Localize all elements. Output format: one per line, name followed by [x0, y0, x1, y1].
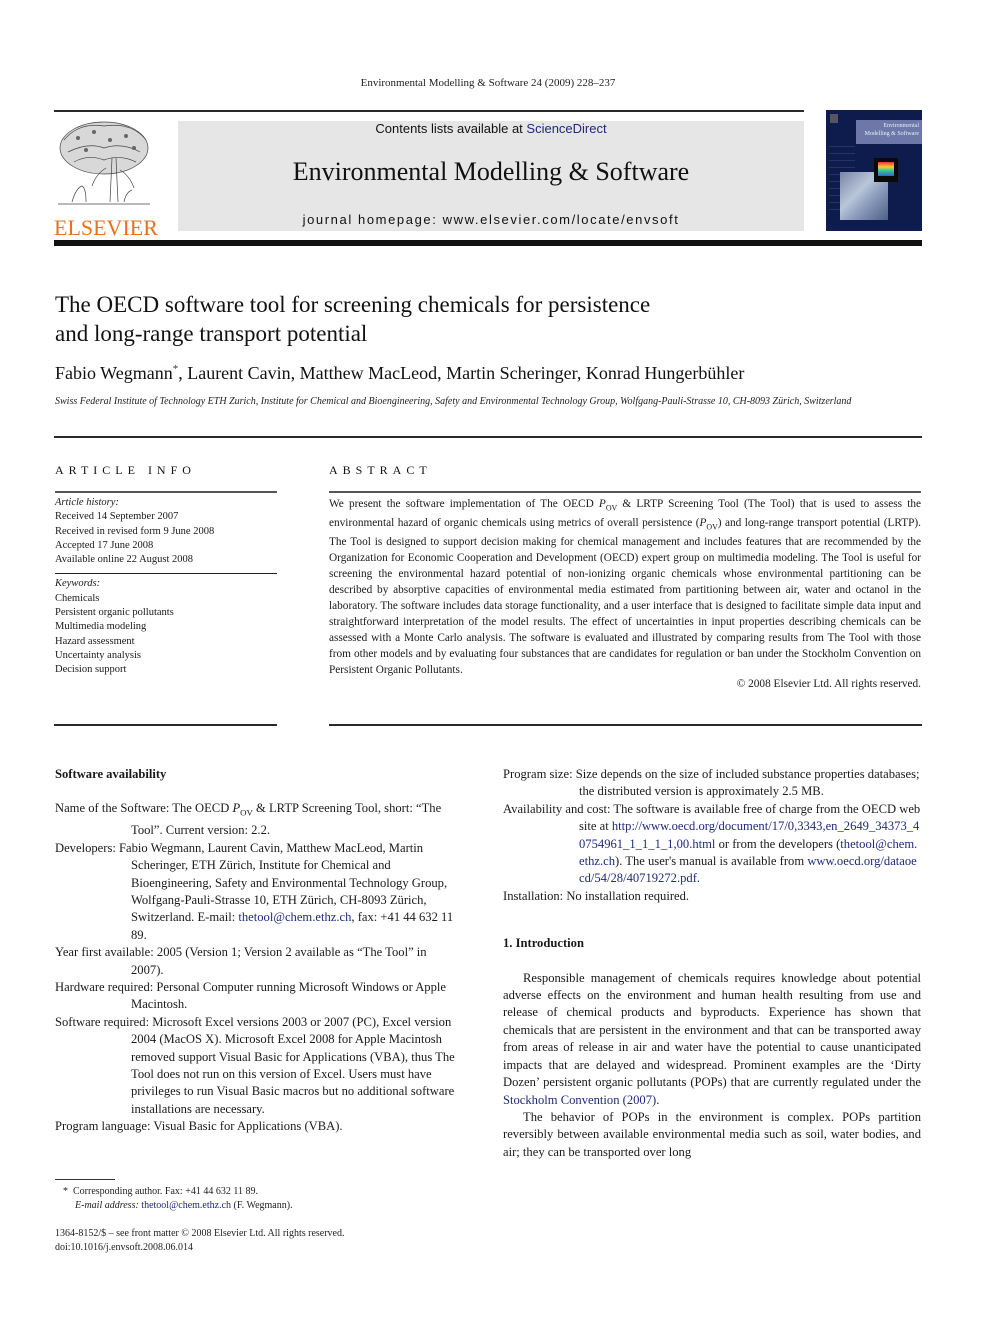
developers-entry: Developers: Fabio Wegmann, Laurent Cavin…: [55, 840, 454, 942]
abstract-bottom-rule: [329, 724, 922, 726]
author[interactable]: Matthew MacLeod: [300, 363, 437, 383]
keyword: Persistent organic pollutants: [55, 607, 174, 619]
history-label: Article history:: [55, 497, 119, 508]
software-required-entry: Software required: Microsoft Excel versi…: [55, 1014, 455, 1116]
keyword: Decision support: [55, 664, 127, 676]
abstract-copyright: © 2008 Elsevier Ltd. All rights reserved…: [736, 678, 921, 691]
abstract-text: We present the software implementation o…: [329, 498, 921, 676]
cover-publisher-logo: [830, 114, 838, 123]
history-item: Received 14 September 2007: [55, 511, 179, 523]
stockholm-convention-citation[interactable]: Stockholm Convention (2007): [503, 1093, 656, 1107]
year-entry: Year first available: 2005 (Version 1; V…: [55, 945, 427, 977]
keywords-label: Keywords:: [55, 578, 101, 590]
footnote-rule: [55, 1179, 115, 1180]
author[interactable]: Martin Scheringer: [446, 363, 577, 383]
article-info-rule: [55, 491, 277, 493]
abstract: ABSTRACT We present the software impleme…: [329, 463, 921, 690]
history-item: Available online 22 August 2008: [55, 554, 194, 566]
journal-banner: Contents lists available at ScienceDirec…: [178, 121, 804, 231]
software-availability-heading: Software availability: [55, 767, 167, 781]
software-availability: Software availability Name of the Softwa…: [55, 766, 458, 1136]
author[interactable]: Fabio Wegmann: [55, 363, 173, 383]
author[interactable]: Laurent Cavin: [187, 363, 290, 383]
author[interactable]: Konrad Hungerbühler: [586, 363, 744, 383]
elsevier-wordmark: ELSEVIER: [54, 215, 158, 240]
article-info-heading: ARTICLE INFO: [55, 463, 196, 477]
article-history: Article history: Received 14 September 2…: [55, 496, 277, 567]
article-title: The OECD software tool for screening che…: [55, 292, 651, 346]
author-list: Fabio Wegmann*, Laurent Cavin, Matthew M…: [55, 363, 745, 383]
elsevier-tree-icon: [54, 118, 154, 210]
journal-title: Environmental Modelling & Software: [292, 157, 690, 186]
doi[interactable]: doi:10.1016/j.envsoft.2008.06.014: [55, 1241, 465, 1255]
cover-title: Environmental Modelling & Software: [856, 120, 922, 144]
keyword: Multimedia modeling: [55, 621, 147, 633]
history-item: Received in revised form 9 June 2008: [55, 525, 215, 537]
front-matter: 1364-8152/$ – see front matter © 2008 El…: [55, 1228, 345, 1239]
contents-line: Contents lists available at ScienceDirec…: [375, 121, 607, 136]
software-name-entry: Name of the Software: The OECD POV & LRT…: [55, 801, 442, 838]
sciencedirect-link[interactable]: ScienceDirect: [526, 121, 606, 136]
language-entry: Program language: Visual Basic for Appli…: [55, 1119, 343, 1134]
journal-homepage[interactable]: journal homepage: www.elsevier.com/locat…: [178, 212, 804, 227]
keyword: Hazard assessment: [55, 635, 135, 647]
affiliation-rule: [54, 436, 922, 438]
availability-entry: Availability and cost: The software is a…: [503, 801, 921, 886]
email-note: E-mail address: thetool@chem.ethz.ch (F.…: [75, 1200, 293, 1211]
right-column: Program size: Size depends on the size o…: [503, 766, 921, 1161]
article-info: ARTICLE INFO Article history: Received 1…: [55, 463, 277, 678]
keywords: Keywords: Chemicals Persistent organic p…: [55, 577, 277, 677]
masthead-rule: [54, 240, 922, 246]
program-size-entry: Program size: Size depends on the size o…: [503, 767, 920, 799]
footnote-email-link[interactable]: thetool@chem.ethz.ch: [141, 1200, 231, 1211]
elsevier-logo: ELSEVIER: [54, 118, 158, 240]
introduction-paragraph: The behavior of POPs in the environment …: [503, 1109, 921, 1159]
affiliation: Swiss Federal Institute of Technology ET…: [55, 396, 852, 407]
article-info-bottom-rule: [54, 724, 277, 726]
history-item: Accepted 17 June 2008: [55, 539, 154, 551]
footnotes: * Corresponding author. Fax: +41 44 632 …: [55, 1179, 465, 1255]
corresponding-author-mark[interactable]: *: [173, 363, 179, 375]
installation-entry: Installation: No installation required.: [503, 888, 690, 903]
developers-email-link[interactable]: thetool@chem.ethz.ch: [238, 910, 351, 924]
header-rule: [54, 110, 804, 112]
hardware-entry: Hardware required: Personal Computer run…: [55, 979, 446, 1012]
keyword: Chemicals: [55, 592, 100, 604]
running-head: Environmental Modelling & Software 24 (2…: [360, 77, 616, 89]
journal-cover-image: Environmental Modelling & Software: [826, 110, 922, 231]
introduction-heading: 1. Introduction: [503, 936, 584, 951]
cover-3d-plot: [874, 158, 898, 182]
corresponding-author-note: * Corresponding author. Fax: +41 44 632 …: [63, 1186, 258, 1197]
abstract-rule: [329, 491, 921, 493]
keyword: Uncertainty analysis: [55, 649, 142, 661]
keywords-rule: [55, 573, 277, 575]
abstract-heading: ABSTRACT: [329, 463, 432, 477]
introduction-paragraph: Responsible management of chemicals requ…: [503, 970, 921, 1107]
